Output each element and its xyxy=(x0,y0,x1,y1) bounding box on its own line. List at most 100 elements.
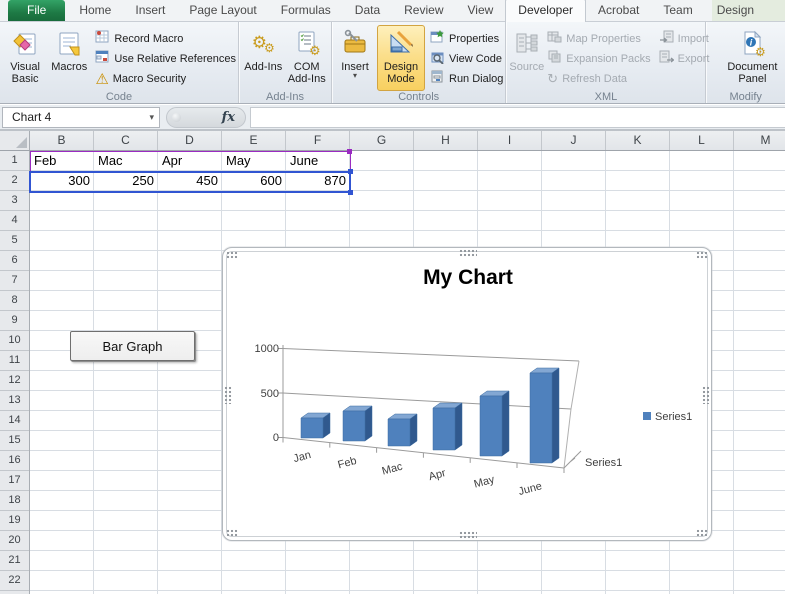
com-add-ins-button[interactable]: ⚙ COM Add-Ins xyxy=(285,25,329,91)
row-header-18[interactable]: 18 xyxy=(0,491,29,511)
column-header-F[interactable]: F xyxy=(286,131,350,150)
column-header-J[interactable]: J xyxy=(542,131,606,150)
refresh-data-button[interactable]: ↻ Refresh Data xyxy=(547,69,650,89)
tab-file[interactable]: File xyxy=(8,0,66,21)
chart-handle-top-left[interactable] xyxy=(226,251,238,259)
column-header-E[interactable]: E xyxy=(222,131,286,150)
use-relative-references-button[interactable]: Use Relative References xyxy=(95,49,236,69)
tab-design[interactable]: Design xyxy=(705,0,766,21)
row-header-9[interactable]: 9 xyxy=(0,311,29,331)
column-header-M[interactable]: M xyxy=(734,131,785,150)
view-code-button[interactable]: View Code xyxy=(430,49,503,69)
chart-handle-bottom-left[interactable] xyxy=(226,529,238,537)
run-dialog-button[interactable]: Run Dialog xyxy=(430,69,503,89)
chart-handle-bottom-right[interactable] xyxy=(696,529,708,537)
chart-handle-top-right[interactable] xyxy=(696,251,708,259)
row-header-12[interactable]: 12 xyxy=(0,371,29,391)
chart-handle-bottom[interactable] xyxy=(459,531,477,539)
chart-handle-left[interactable] xyxy=(224,386,232,404)
bar-may[interactable] xyxy=(501,390,510,457)
insert-control-button[interactable]: Insert ▾ xyxy=(335,25,375,91)
tab-home[interactable]: Home xyxy=(67,0,123,21)
group-label-code: Code xyxy=(105,91,133,103)
row-header-19[interactable]: 19 xyxy=(0,511,29,531)
bar-june[interactable] xyxy=(551,367,560,464)
chart-handle-top[interactable] xyxy=(459,249,477,257)
design-mode-button[interactable]: Design Mode xyxy=(377,25,425,91)
row-header-15[interactable]: 15 xyxy=(0,431,29,451)
name-box[interactable]: Chart 4 ▾ xyxy=(2,106,160,128)
data-range-handle-top[interactable] xyxy=(348,169,353,174)
tab-developer[interactable]: Developer xyxy=(505,0,586,22)
macro-security-button[interactable]: ⚠ Macro Security xyxy=(95,69,236,89)
bar-mac[interactable] xyxy=(409,413,418,447)
properties-button[interactable]: Properties xyxy=(430,29,503,49)
formula-input[interactable] xyxy=(250,106,785,128)
row-header-11[interactable]: 11 xyxy=(0,351,29,371)
bar-apr[interactable] xyxy=(454,402,463,451)
row-header-6[interactable]: 6 xyxy=(0,251,29,271)
row-header-7[interactable]: 7 xyxy=(0,271,29,291)
visual-basic-button[interactable]: Visual Basic xyxy=(3,25,47,91)
xml-source-icon xyxy=(513,27,541,59)
bar-feb[interactable] xyxy=(342,410,366,442)
row-header-14[interactable]: 14 xyxy=(0,411,29,431)
row-header-1[interactable]: 1 xyxy=(0,151,29,171)
row-header-8[interactable]: 8 xyxy=(0,291,29,311)
add-ins-button[interactable]: ⚙ ⚙ Add-Ins xyxy=(242,25,285,91)
category-range-handle[interactable] xyxy=(347,149,352,154)
column-header-D[interactable]: D xyxy=(158,131,222,150)
expansion-packs-button[interactable]: Expansion Packs xyxy=(547,49,651,69)
series-axis-label: Series1 xyxy=(585,457,622,469)
bar-apr[interactable] xyxy=(432,407,456,451)
column-header-C[interactable]: C xyxy=(94,131,158,150)
import-button[interactable]: Import xyxy=(659,29,710,49)
bar-jan[interactable] xyxy=(300,417,324,439)
legend-label[interactable]: Series1 xyxy=(655,411,692,423)
tab-review[interactable]: Review xyxy=(392,0,455,21)
chart-handle-right[interactable] xyxy=(702,386,710,404)
column-header-I[interactable]: I xyxy=(478,131,542,150)
tab-formulas[interactable]: Formulas xyxy=(269,0,343,21)
bar-may[interactable] xyxy=(479,395,503,457)
embedded-chart[interactable]: My Chart 1000 500 0 Jan Feb Mac Apr May … xyxy=(222,247,712,541)
column-header-K[interactable]: K xyxy=(606,131,670,150)
document-panel-button[interactable]: i ⚙ Document Panel xyxy=(722,25,782,91)
tab-insert[interactable]: Insert xyxy=(123,0,177,21)
column-header-B[interactable]: B xyxy=(30,131,94,150)
bar-mac[interactable] xyxy=(387,418,411,447)
map-properties-button[interactable]: Map Properties xyxy=(547,29,650,49)
export-button[interactable]: Export xyxy=(659,49,709,69)
row-header-16[interactable]: 16 xyxy=(0,451,29,471)
row-header-17[interactable]: 17 xyxy=(0,471,29,491)
data-range-handle-bottom[interactable] xyxy=(348,190,353,195)
insert-function-button[interactable]: fx xyxy=(222,110,235,125)
row-header-2[interactable]: 2 xyxy=(0,171,29,191)
macros-button[interactable]: Macros xyxy=(47,25,91,91)
record-macro-button[interactable]: Record Macro xyxy=(95,29,236,49)
column-header-G[interactable]: G xyxy=(350,131,414,150)
row-header-22[interactable]: 22 xyxy=(0,571,29,591)
source-button[interactable]: Source xyxy=(509,25,544,91)
bar-graph-form-button[interactable]: Bar Graph xyxy=(70,331,195,361)
tab-team[interactable]: Team xyxy=(651,0,704,21)
row-header-5[interactable]: 5 xyxy=(0,231,29,251)
name-box-value: Chart 4 xyxy=(12,110,52,124)
bar-feb[interactable] xyxy=(364,405,373,442)
row-header-13[interactable]: 13 xyxy=(0,391,29,411)
tab-acrobat[interactable]: Acrobat xyxy=(586,0,651,21)
column-header-L[interactable]: L xyxy=(670,131,734,150)
row-header-21[interactable]: 21 xyxy=(0,551,29,571)
row-header-4[interactable]: 4 xyxy=(0,211,29,231)
column-header-H[interactable]: H xyxy=(414,131,478,150)
name-box-dropdown-icon[interactable]: ▾ xyxy=(144,112,159,123)
row-header-20[interactable]: 20 xyxy=(0,531,29,551)
tab-view[interactable]: View xyxy=(456,0,506,21)
legend-swatch xyxy=(643,412,651,420)
select-all-corner[interactable] xyxy=(0,131,30,150)
tab-page-layout[interactable]: Page Layout xyxy=(177,0,268,21)
bar-june[interactable] xyxy=(529,372,553,464)
row-header-3[interactable]: 3 xyxy=(0,191,29,211)
row-header-10[interactable]: 10 xyxy=(0,331,29,351)
tab-data[interactable]: Data xyxy=(343,0,392,21)
